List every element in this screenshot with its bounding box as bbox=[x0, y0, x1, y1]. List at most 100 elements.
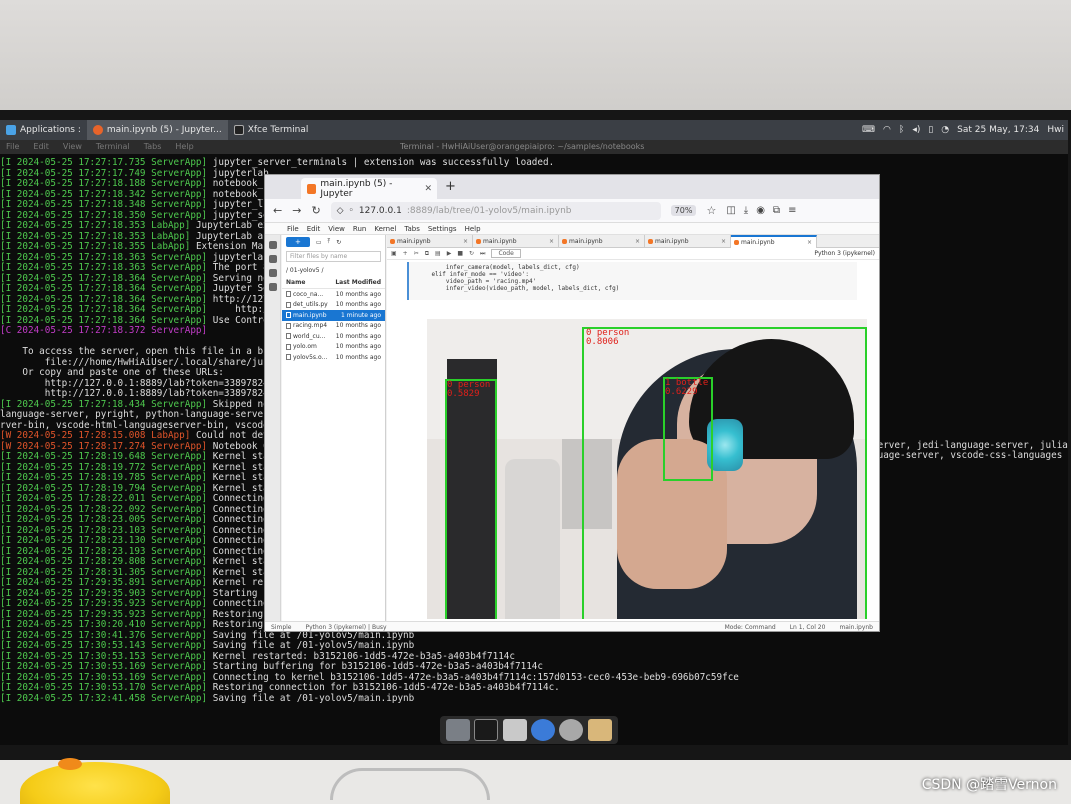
toc-icon[interactable] bbox=[269, 269, 277, 277]
terminal-icon bbox=[233, 125, 244, 135]
upload-icon[interactable]: ⤒ bbox=[328, 238, 331, 246]
file-name-cell: main.ipynb bbox=[286, 312, 327, 319]
web-browser-icon[interactable] bbox=[531, 719, 556, 741]
stop-icon[interactable]: ■ bbox=[457, 250, 463, 257]
menu-icon[interactable]: ≡ bbox=[788, 205, 796, 216]
kernel-name[interactable]: Python 3 (ipykernel) bbox=[814, 250, 875, 257]
jl-menu-view[interactable]: View bbox=[328, 225, 345, 233]
running-icon[interactable] bbox=[269, 255, 277, 263]
file-row[interactable]: yolo.om 10 months ago bbox=[282, 342, 385, 353]
cell-type-select[interactable]: Code bbox=[491, 249, 521, 258]
file-row[interactable]: det_utils.py 10 months ago bbox=[282, 300, 385, 311]
user-name[interactable]: Hwi bbox=[1047, 125, 1064, 135]
file-manager-icon[interactable] bbox=[502, 719, 527, 741]
folder-icon[interactable] bbox=[269, 241, 277, 249]
close-icon[interactable]: × bbox=[463, 238, 468, 245]
notebook-tab[interactable]: main.ipynb × bbox=[473, 235, 559, 248]
bookmark-star-icon[interactable]: ☆ bbox=[706, 204, 716, 217]
forward-icon[interactable]: → bbox=[292, 204, 301, 217]
folder-launcher-icon[interactable] bbox=[587, 719, 612, 741]
bluetooth-icon[interactable]: ᛒ bbox=[899, 125, 904, 135]
file-row[interactable]: world_cu... 10 months ago bbox=[282, 331, 385, 342]
notebook-tab[interactable]: main.ipynb × bbox=[731, 235, 817, 248]
simple-mode-toggle[interactable]: Simple bbox=[271, 624, 292, 631]
log-message: Restoring connection for b3152106-1dd5-4… bbox=[212, 682, 560, 693]
jl-menu-settings[interactable]: Settings bbox=[428, 225, 457, 233]
jl-menu-help[interactable]: Help bbox=[465, 225, 481, 233]
paste-icon[interactable]: ▤ bbox=[435, 250, 441, 257]
download-icon[interactable]: ⤓ bbox=[744, 205, 748, 216]
add-cell-icon[interactable]: + bbox=[403, 250, 408, 257]
col-name[interactable]: Name bbox=[286, 279, 305, 286]
new-launcher-button[interactable]: + bbox=[286, 237, 310, 247]
terminal-launcher-icon[interactable] bbox=[474, 719, 499, 741]
menu-file[interactable]: File bbox=[6, 142, 19, 151]
file-row[interactable]: racing.mp4 10 months ago bbox=[282, 321, 385, 332]
reload-icon[interactable]: ↻ bbox=[311, 204, 320, 217]
zoom-level[interactable]: 70% bbox=[670, 205, 697, 216]
new-folder-icon[interactable]: ▭ bbox=[316, 239, 322, 246]
url-bar[interactable]: ◇ ◦ 127.0.0.1:8889/lab/tree/01-yolov5/ma… bbox=[330, 201, 661, 220]
menu-terminal[interactable]: Terminal bbox=[96, 142, 130, 151]
notebook-tab[interactable]: main.ipynb × bbox=[645, 235, 731, 248]
restart-icon[interactable]: ↻ bbox=[469, 250, 474, 257]
jl-menu-run[interactable]: Run bbox=[353, 225, 366, 233]
account-icon[interactable]: ◉ bbox=[756, 205, 765, 216]
file-icon bbox=[286, 343, 291, 350]
log-level: [I bbox=[0, 157, 17, 168]
volume-icon[interactable]: ◂) bbox=[912, 125, 920, 135]
log-level: [I bbox=[0, 461, 17, 473]
applications-menu[interactable]: Applications : bbox=[0, 120, 87, 140]
close-icon[interactable]: × bbox=[635, 238, 640, 245]
jl-menu-file[interactable]: File bbox=[287, 225, 299, 233]
close-icon[interactable]: × bbox=[549, 238, 554, 245]
jl-menu-kernel[interactable]: Kernel bbox=[374, 225, 396, 233]
menu-edit[interactable]: Edit bbox=[33, 142, 49, 151]
jl-menu-edit[interactable]: Edit bbox=[307, 225, 321, 233]
task-terminal[interactable]: Xfce Terminal bbox=[228, 120, 315, 140]
log-level: [I bbox=[0, 188, 17, 200]
notebook-tab[interactable]: main.ipynb × bbox=[559, 235, 645, 248]
extensions-icon[interactable]: ⧉ bbox=[773, 205, 780, 216]
copy-icon[interactable]: ⧉ bbox=[425, 250, 429, 258]
log-source: ServerApp] bbox=[151, 535, 208, 546]
notification-icon[interactable]: ◔ bbox=[941, 125, 949, 135]
extension-icon[interactable] bbox=[269, 283, 277, 291]
menu-tabs[interactable]: Tabs bbox=[144, 142, 162, 151]
log-source: ServerApp] bbox=[151, 188, 208, 200]
refresh-icon[interactable]: ↻ bbox=[336, 239, 341, 246]
jl-menu-tabs[interactable]: Tabs bbox=[404, 225, 420, 233]
new-tab-icon[interactable]: + bbox=[445, 179, 456, 194]
show-desktop-icon[interactable] bbox=[446, 719, 471, 741]
col-modified[interactable]: Last Modified bbox=[335, 279, 381, 286]
close-icon[interactable]: × bbox=[721, 238, 726, 245]
file-filter-input[interactable]: Filter files by name bbox=[286, 251, 381, 262]
close-icon[interactable]: × bbox=[807, 239, 812, 246]
notebook-icon bbox=[562, 239, 567, 244]
pocket-icon[interactable]: ◫ bbox=[726, 205, 735, 216]
breadcrumb[interactable]: / 01-yolov5 / bbox=[282, 264, 385, 277]
cut-icon[interactable]: ✂ bbox=[414, 250, 419, 257]
keyboard-icon[interactable]: ⌨ bbox=[862, 125, 875, 135]
clock[interactable]: Sat 25 May, 17:34 bbox=[957, 125, 1039, 135]
save-icon[interactable]: ▣ bbox=[391, 250, 397, 257]
file-row[interactable]: coco_na... 10 months ago bbox=[282, 289, 385, 300]
app-finder-icon[interactable] bbox=[559, 719, 584, 741]
wifi-icon[interactable]: ◠ bbox=[883, 125, 891, 135]
fast-forward-icon[interactable]: ⏭ bbox=[480, 250, 485, 258]
file-row[interactable]: main.ipynb 1 minute ago bbox=[282, 310, 385, 321]
notebook-tab[interactable]: main.ipynb × bbox=[387, 235, 473, 248]
code-cell[interactable]: infer_camera(model, labels_dict, cfg) el… bbox=[407, 262, 857, 300]
cursor-position[interactable]: Ln 1, Col 20 bbox=[790, 624, 826, 631]
menu-help[interactable]: Help bbox=[175, 142, 193, 151]
file-row[interactable]: yolov5s.o... 10 months ago bbox=[282, 352, 385, 363]
back-icon[interactable]: ← bbox=[273, 204, 282, 217]
log-timestamp: 2024-05-25 17:28:19.772 bbox=[16, 461, 146, 473]
menu-view[interactable]: View bbox=[63, 142, 82, 151]
battery-icon[interactable]: ▯ bbox=[928, 125, 933, 135]
close-icon[interactable]: ✕ bbox=[424, 184, 432, 194]
kernel-status[interactable]: Python 3 (ipykernel) | Busy bbox=[306, 624, 387, 631]
browser-tab[interactable]: main.ipynb (5) - Jupyter ✕ bbox=[301, 178, 437, 199]
task-browser[interactable]: main.ipynb (5) - Jupyter... bbox=[86, 120, 228, 140]
run-icon[interactable]: ▶ bbox=[447, 250, 452, 257]
